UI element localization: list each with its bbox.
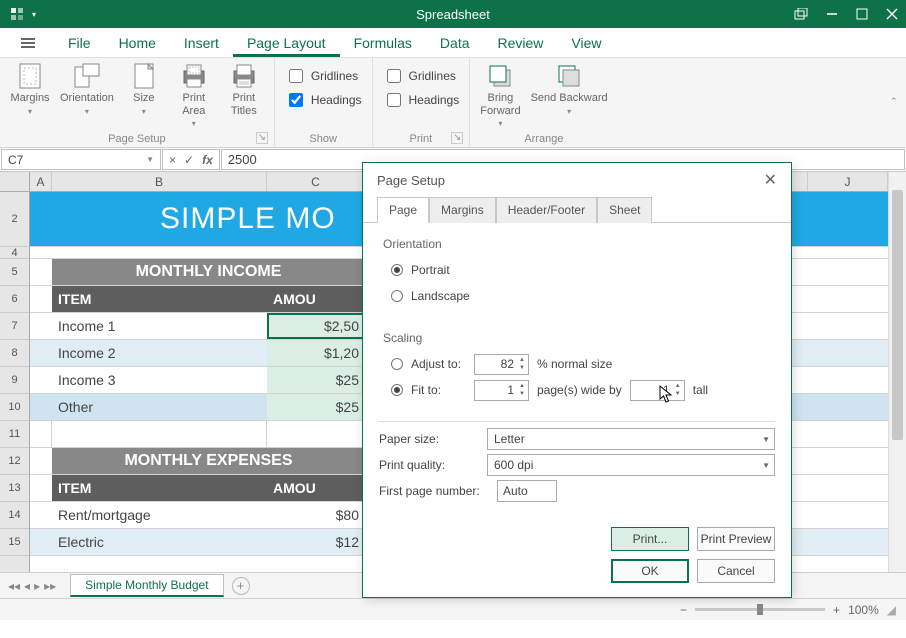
tab-insert[interactable]: Insert	[170, 29, 233, 57]
scaling-legend: Scaling	[383, 331, 763, 345]
sheet-tab[interactable]: Simple Monthly Budget	[70, 574, 223, 597]
group-page-setup: Page Setup↘	[10, 131, 264, 145]
page-setup-dialog: Page Setup ✕ Page Margins Header/Footer …	[362, 162, 792, 598]
ribbon: Margins▾ Orientation▾ Size▾ Print Area▾ …	[0, 58, 906, 148]
row-headers[interactable]: 2 4 56 78 910 1112 1314 15	[0, 192, 30, 572]
section-income: MONTHLY INCOME	[52, 259, 365, 285]
select-all-corner[interactable]	[0, 172, 30, 191]
fit-wide-spinner[interactable]: 1▲▼	[474, 380, 529, 401]
zoom-in-button[interactable]: +	[833, 603, 840, 617]
col-C[interactable]: C	[267, 172, 365, 191]
ribbon-collapse-icon[interactable]: ˆ	[882, 91, 906, 114]
adjust-to-spinner[interactable]: 82▲▼	[474, 354, 529, 375]
active-cell[interactable]: $2,50	[267, 313, 365, 339]
title-bar: ▾ Spreadsheet	[0, 0, 906, 28]
tab-nav-prev-icon[interactable]: ◂	[24, 579, 30, 593]
print-headings-check[interactable]: Headings	[383, 90, 460, 110]
fit-tall-spinner[interactable]: 1▲▼	[630, 380, 685, 401]
close-icon[interactable]	[886, 8, 898, 20]
tab-home[interactable]: Home	[105, 29, 170, 57]
tab-nav-first-icon[interactable]: ◂◂	[8, 579, 20, 593]
orientation-button[interactable]: Orientation▾	[60, 62, 114, 117]
dialog-close-icon[interactable]: ✕	[764, 170, 777, 190]
zoom-slider[interactable]	[695, 608, 825, 611]
confirm-edit-icon[interactable]: ✓	[184, 153, 194, 167]
statusbar-resize-icon[interactable]: ◢	[887, 603, 896, 617]
cancel-edit-icon[interactable]: ×	[169, 153, 176, 167]
dlg-tab-margins[interactable]: Margins	[429, 197, 496, 223]
vertical-scrollbar[interactable]	[888, 172, 906, 572]
print-button[interactable]: Print...	[611, 527, 689, 551]
print-area-button[interactable]: Print Area▾	[174, 62, 214, 128]
tab-page-layout[interactable]: Page Layout	[233, 29, 340, 57]
print-quality-combo[interactable]: 600 dpi▼	[487, 454, 775, 476]
app-icon[interactable]	[8, 5, 26, 23]
qat-chevron-icon[interactable]: ▾	[32, 10, 36, 19]
dialog-title: Page Setup	[377, 173, 445, 188]
radio-adjust-to[interactable]	[391, 358, 403, 370]
col-A[interactable]: A	[30, 172, 52, 191]
paper-size-combo[interactable]: Letter▼	[487, 428, 775, 450]
first-page-input[interactable]: Auto	[497, 480, 557, 502]
group-print: Print↘	[383, 131, 460, 145]
dlg-tab-page[interactable]: Page	[377, 197, 429, 223]
tab-file[interactable]: File	[54, 29, 105, 57]
tab-nav-next-icon[interactable]: ▸	[34, 579, 40, 593]
dlg-tab-sheet[interactable]: Sheet	[597, 197, 652, 223]
print-titles-button[interactable]: Print Titles	[224, 62, 264, 117]
status-bar: − + 100% ◢	[0, 598, 906, 620]
page-setup-launcher-icon[interactable]: ↘	[256, 132, 268, 144]
print-gridlines-check[interactable]: Gridlines	[383, 66, 456, 86]
send-backward-button[interactable]: Send Backward▾	[531, 62, 608, 117]
col-J[interactable]: J	[808, 172, 888, 191]
restore-down-icon[interactable]	[794, 8, 808, 20]
tab-formulas[interactable]: Formulas	[340, 29, 426, 57]
cancel-button[interactable]: Cancel	[697, 559, 775, 583]
fx-icon[interactable]: fx	[202, 153, 213, 167]
menu-bar: File Home Insert Page Layout Formulas Da…	[0, 28, 906, 58]
add-sheet-button[interactable]: +	[232, 577, 250, 595]
maximize-icon[interactable]	[856, 8, 868, 20]
group-arrange: Arrange	[480, 131, 607, 145]
radio-landscape[interactable]: Landscape	[391, 283, 763, 309]
group-show: Show	[285, 131, 362, 145]
tab-data[interactable]: Data	[426, 29, 484, 57]
col-B[interactable]: B	[52, 172, 267, 191]
app-title: Spreadsheet	[0, 7, 906, 22]
show-headings-check[interactable]: Headings	[285, 90, 362, 110]
show-gridlines-check[interactable]: Gridlines	[285, 66, 358, 86]
margins-button[interactable]: Margins▾	[10, 62, 50, 117]
tab-view[interactable]: View	[557, 29, 615, 57]
bring-forward-button[interactable]: Bring Forward▾	[480, 62, 520, 128]
system-menu-icon[interactable]	[12, 28, 44, 57]
section-expenses: MONTHLY EXPENSES	[52, 448, 365, 474]
radio-fit-to[interactable]	[391, 384, 403, 396]
print-launcher-icon[interactable]: ↘	[451, 132, 463, 144]
ok-button[interactable]: OK	[611, 559, 689, 583]
tab-nav-last-icon[interactable]: ▸▸	[44, 579, 56, 593]
size-button[interactable]: Size▾	[124, 62, 164, 117]
name-box[interactable]: C7▼	[1, 149, 161, 170]
radio-portrait[interactable]: Portrait	[391, 257, 763, 283]
zoom-level[interactable]: 100%	[848, 603, 879, 617]
orientation-legend: Orientation	[383, 237, 763, 251]
minimize-icon[interactable]	[826, 8, 838, 20]
dlg-tab-headerfooter[interactable]: Header/Footer	[496, 197, 597, 223]
zoom-out-button[interactable]: −	[680, 603, 687, 617]
tab-review[interactable]: Review	[484, 29, 558, 57]
print-preview-button[interactable]: Print Preview	[697, 527, 775, 551]
